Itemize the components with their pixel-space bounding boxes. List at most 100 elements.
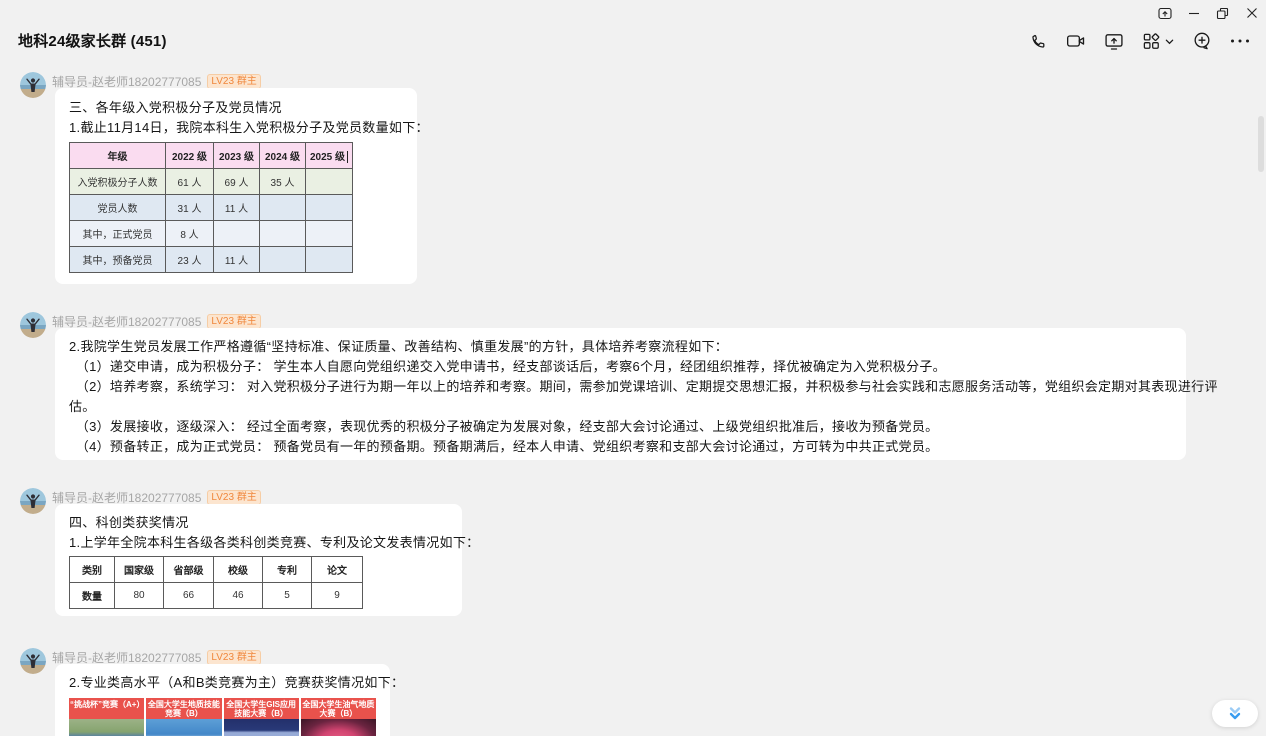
person-at-beach-avatar[interactable] [20, 488, 46, 514]
table-cell [306, 247, 353, 273]
table-cell: 党员人数 [70, 195, 166, 221]
message-text: 1.上学年全院本科生各级各类科创类竞赛、专利及论文发表情况如下： [69, 533, 448, 553]
table-cell: 80 [115, 583, 164, 609]
mini-window-icon[interactable] [1150, 0, 1179, 26]
person-at-beach-avatar[interactable] [20, 312, 46, 338]
message-text: （2）培养考察，系统学习： 对入党积极分子进行为期一年以上的培养和考察。期间，需… [69, 377, 1172, 397]
table-header-cell: 2022 级 [166, 143, 214, 169]
table-cell [306, 195, 353, 221]
message-text: 2.专业类高水平（A和B类竞赛为主）竞赛获奖情况如下： [69, 673, 376, 693]
table-cell: 入党积极分子人数 [70, 169, 166, 195]
scrollbar-thumb[interactable] [1258, 116, 1264, 172]
table-header-cell: 论文 [312, 557, 363, 583]
table-cell: 11 人 [214, 247, 260, 273]
table-header-cell: 校级 [214, 557, 263, 583]
table-header-cell: 2024 级 [260, 143, 306, 169]
message-text: 四、科创类获奖情况 [69, 513, 448, 533]
competition-title: 全国大学生地质技能竞赛（B） [146, 698, 221, 719]
person-at-beach-avatar[interactable] [20, 648, 46, 674]
table-header-cell: 2025 级 [306, 143, 353, 169]
table-cell: 9 [312, 583, 363, 609]
video-call-icon[interactable] [1066, 32, 1086, 50]
competition-photo [301, 719, 376, 736]
message-bubble: 四、科创类获奖情况 1.上学年全院本科生各级各类科创类竞赛、专利及论文发表情况如… [55, 504, 462, 616]
more-icon[interactable] [1230, 38, 1250, 44]
table-cell [306, 221, 353, 247]
header-actions [1029, 28, 1250, 54]
table-row: 入党积极分子人数 61 人 69 人 35 人 [70, 169, 353, 195]
competition-title: 全国大学生油气地质大赛（B） [301, 698, 376, 719]
table-cell: 11 人 [214, 195, 260, 221]
group-title: 地科24级家长群 (451) [18, 30, 167, 51]
person-at-beach-avatar[interactable] [20, 72, 46, 98]
competition-card: “挑战杯”竞赛（A+） [69, 698, 144, 736]
table-row: 党员人数 31 人 11 人 [70, 195, 353, 221]
scroll-to-bottom-button[interactable] [1212, 700, 1258, 727]
table-cell: 其中，正式党员 [70, 221, 166, 247]
table-cell: 46 [214, 583, 263, 609]
table-header-cell: 国家级 [115, 557, 164, 583]
message-text: 三、各年级入党积极分子及党员情况 [69, 98, 403, 118]
table-header-cell: 省部级 [164, 557, 214, 583]
chat-window: 地科24级家长群 (451) [0, 0, 1266, 736]
voice-call-icon[interactable] [1029, 32, 1048, 51]
level-owner-badge: LV23 群主 [207, 314, 260, 329]
table-cell: 5 [263, 583, 312, 609]
table-header-cell: 类别 [70, 557, 115, 583]
table-cell: 61 人 [166, 169, 214, 195]
table-row: 数量 80 66 46 5 9 [70, 583, 363, 609]
table-row: 其中，预备党员 23 人 11 人 [70, 247, 353, 273]
table-row: 类别 国家级 省部级 校级 专利 论文 [70, 557, 363, 583]
message-text: （3）发展接收，逐级深入： 经过全面考察，表现优秀的积极分子被确定为发展对象，经… [69, 417, 1172, 437]
table-row: 年级 2022 级 2023 级 2024 级 2025 级 [70, 143, 353, 169]
competition-photo [69, 719, 144, 736]
table-header-cell: 专利 [263, 557, 312, 583]
message-text: （4）预备转正，成为正式党员： 预备党员有一年的预备期。预备期满后，经本人申请、… [69, 437, 1172, 457]
competition-photo [224, 719, 299, 736]
text-cursor [347, 151, 348, 163]
message-text: 2.我院学生党员发展工作严格遵循“坚持标准、保证质量、改善结构、慎重发展”的方针… [69, 337, 1172, 357]
competition-card: 全国大学生油气地质大赛（B） [301, 698, 376, 736]
table-cell: 35 人 [260, 169, 306, 195]
titlebar [1150, 0, 1266, 26]
message-text: 估。 [69, 397, 1172, 417]
competition-card: 全国大学生GIS应用技能大赛（B） [224, 698, 299, 736]
maximize-restore-icon[interactable] [1208, 0, 1237, 26]
table-cell [306, 169, 353, 195]
minimize-icon[interactable] [1179, 0, 1208, 26]
table-cell: 8 人 [166, 221, 214, 247]
awards-table-image[interactable]: 类别 国家级 省部级 校级 专利 论文 数量 80 66 46 5 9 [69, 556, 448, 609]
table-cell: 其中，预备党员 [70, 247, 166, 273]
table-cell: 数量 [70, 583, 115, 609]
level-owner-badge: LV23 群主 [207, 490, 260, 505]
competition-title: “挑战杯”竞赛（A+） [69, 698, 144, 719]
table-cell [214, 221, 260, 247]
message-bubble: 2.专业类高水平（A和B类竞赛为主）竞赛获奖情况如下： “挑战杯”竞赛（A+） … [55, 664, 390, 736]
apps-grid-icon[interactable] [1142, 32, 1174, 51]
table-cell [260, 247, 306, 273]
competitions-image[interactable]: “挑战杯”竞赛（A+） 全国大学生地质技能竞赛（B） 全国大学生GIS应用技能大… [69, 698, 376, 736]
close-icon[interactable] [1237, 0, 1266, 26]
table-cell [260, 221, 306, 247]
competition-card: 全国大学生地质技能竞赛（B） [146, 698, 221, 736]
add-bubble-icon[interactable] [1192, 31, 1212, 51]
screen-share-icon[interactable] [1104, 32, 1124, 51]
table-cell [260, 195, 306, 221]
table-cell: 23 人 [166, 247, 214, 273]
chevron-down-icon [1165, 37, 1174, 46]
message-bubble: 三、各年级入党积极分子及党员情况 1.截止11月14日，我院本科生入党积极分子及… [55, 88, 417, 284]
message-bubble: 2.我院学生党员发展工作严格遵循“坚持标准、保证质量、改善结构、慎重发展”的方针… [55, 328, 1186, 460]
level-owner-badge: LV23 群主 [207, 74, 260, 89]
competition-photo [146, 719, 221, 736]
double-chevron-down-icon [1228, 706, 1242, 721]
table-cell: 66 [164, 583, 214, 609]
level-owner-badge: LV23 群主 [207, 650, 260, 665]
table-header-cell: 2023 级 [214, 143, 260, 169]
message-text: 1.截止11月14日，我院本科生入党积极分子及党员数量如下： [69, 118, 403, 138]
competition-title: 全国大学生GIS应用技能大赛（B） [224, 698, 299, 719]
message-text: （1）递交申请，成为积极分子： 学生本人自愿向党组织递交入党申请书，经支部谈话后… [69, 357, 1172, 377]
table-row: 其中，正式党员 8 人 [70, 221, 353, 247]
table-cell: 69 人 [214, 169, 260, 195]
party-members-table-image[interactable]: 年级 2022 级 2023 级 2024 级 2025 级 入党积极分子人数 … [69, 142, 403, 273]
table-header-cell: 年级 [70, 143, 166, 169]
